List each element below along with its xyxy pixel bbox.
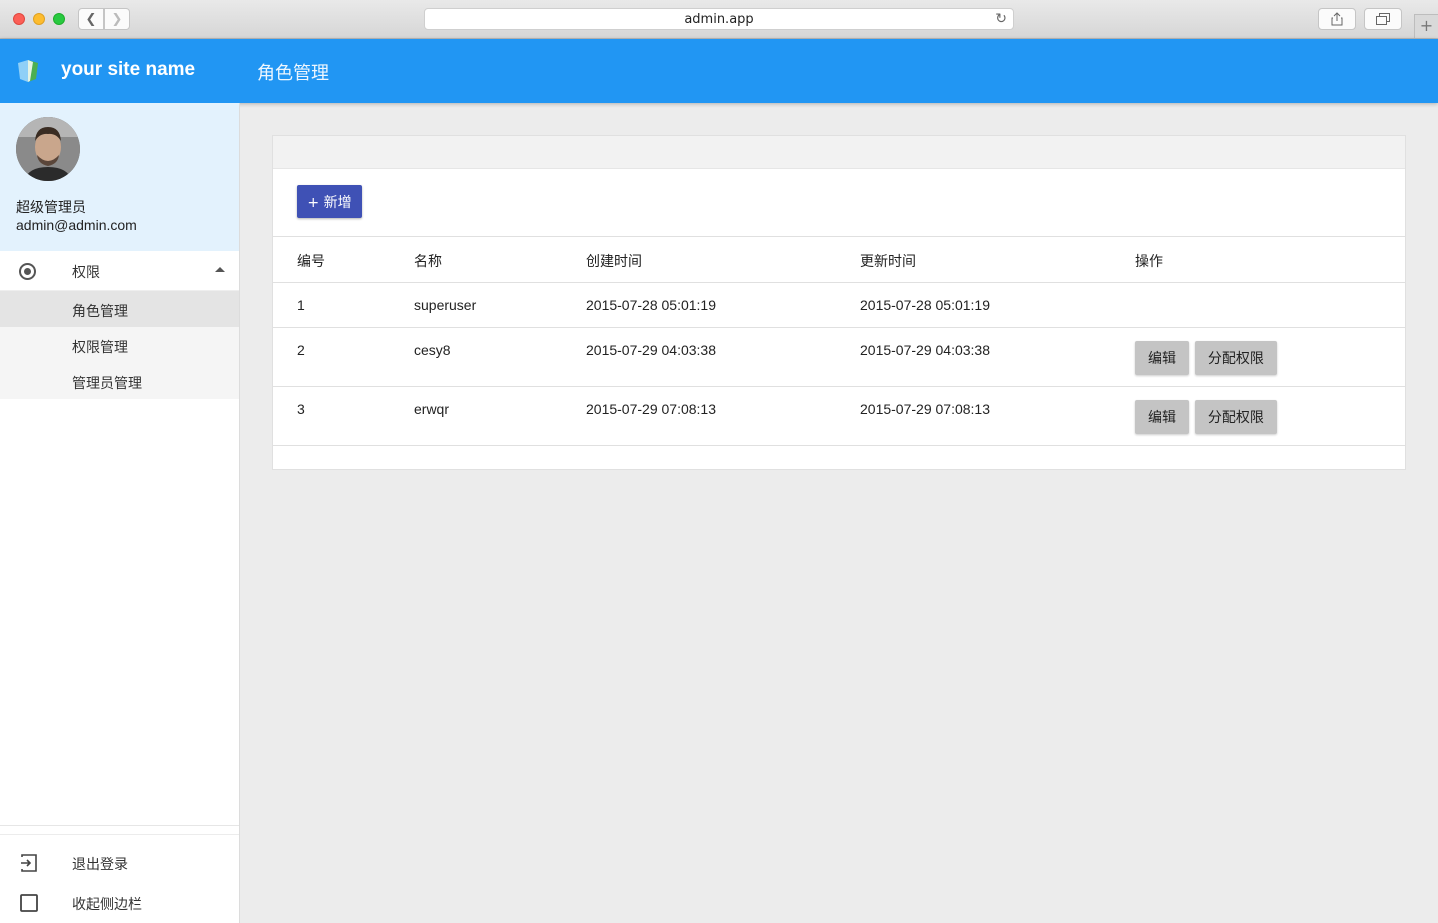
logout-icon (21, 854, 37, 872)
roles-table: 编号 名称 创建时间 更新时间 操作 1 superuser 2015-07-2… (273, 237, 1405, 446)
sidebar-item-role-management[interactable]: 角色管理 (0, 291, 239, 327)
menu-group-label: 权限 (72, 265, 100, 281)
sidebar-item-permission-management[interactable]: 权限管理 (0, 327, 239, 363)
logo-icon (18, 60, 38, 82)
user-name: 超级管理员 (16, 200, 86, 216)
column-header-updated: 更新时间 (860, 237, 1135, 283)
table-row: 1 superuser 2015-07-28 05:01:19 2015-07-… (273, 282, 1405, 328)
sidebar-item-admin-management[interactable]: 管理员管理 (0, 363, 239, 399)
sidebar: 超级管理员 admin@admin.com 权限 角色管理 权限管理 管理员管理… (0, 103, 240, 923)
minimize-window-icon[interactable] (33, 13, 45, 25)
logout-button[interactable]: 退出登录 (0, 843, 239, 883)
sidebar-item-label: 角色管理 (72, 304, 128, 320)
edit-button[interactable]: 编辑 (1135, 340, 1189, 375)
cell-name: superuser (414, 282, 586, 328)
checkbox-icon (20, 894, 38, 912)
chevron-right-icon: ❯ (111, 11, 123, 27)
assign-permissions-button[interactable]: 分配权限 (1194, 399, 1277, 434)
cell-name: cesy8 (414, 327, 586, 387)
reload-icon[interactable]: ↻ (995, 11, 1007, 27)
collapse-sidebar-button[interactable]: 收起侧边栏 (0, 883, 239, 923)
chevron-left-icon: ❮ (85, 11, 97, 27)
menu-group-permissions[interactable]: 权限 (0, 251, 239, 291)
cell-updated: 2015-07-28 05:01:19 (860, 282, 1135, 328)
sidebar-item-label: 权限管理 (72, 340, 128, 356)
cell-id: 2 (273, 327, 414, 387)
tabs-icon (1376, 13, 1390, 25)
cell-actions: 编辑 分配权限 (1135, 386, 1405, 446)
table-header-row: 编号 名称 创建时间 更新时间 操作 (273, 237, 1405, 283)
caret-up-icon (215, 267, 225, 272)
card-toolbar: + 新增 (273, 169, 1405, 237)
column-header-name: 名称 (414, 237, 586, 283)
new-tab-button[interactable]: + (1414, 14, 1438, 38)
share-icon (1331, 12, 1343, 26)
cell-updated: 2015-07-29 07:08:13 (860, 386, 1135, 446)
zoom-window-icon[interactable] (53, 13, 65, 25)
assign-permissions-button[interactable]: 分配权限 (1194, 340, 1277, 375)
cell-actions (1135, 282, 1405, 328)
browser-toolbar: ❮ ❯ admin.app ↻ + (0, 0, 1438, 923)
add-button[interactable]: + 新增 (297, 185, 362, 218)
cell-updated: 2015-07-29 04:03:38 (860, 327, 1135, 387)
column-header-created: 创建时间 (586, 237, 860, 283)
share-button[interactable] (1318, 8, 1356, 30)
back-button[interactable]: ❮ (78, 8, 104, 30)
table-row: 3 erwqr 2015-07-29 07:08:13 2015-07-29 0… (273, 386, 1405, 446)
show-tabs-button[interactable] (1364, 8, 1402, 30)
column-header-id: 编号 (273, 237, 414, 283)
logout-label: 退出登录 (72, 857, 128, 873)
table-row: 2 cesy8 2015-07-29 04:03:38 2015-07-29 0… (273, 327, 1405, 387)
user-profile: 超级管理员 admin@admin.com (0, 103, 239, 251)
site-name[interactable]: your site name (61, 59, 195, 81)
avatar (16, 117, 80, 181)
divider (0, 826, 239, 835)
cell-created: 2015-07-29 07:08:13 (586, 386, 860, 446)
close-window-icon[interactable] (13, 13, 25, 25)
url-text: admin.app (684, 11, 754, 27)
edit-button[interactable]: 编辑 (1135, 399, 1189, 434)
cell-created: 2015-07-29 04:03:38 (586, 327, 860, 387)
page-title: 角色管理 (257, 63, 329, 84)
cell-name: erwqr (414, 386, 586, 446)
sidebar-item-label: 管理员管理 (72, 376, 142, 392)
collapse-sidebar-label: 收起侧边栏 (72, 897, 142, 913)
cell-id: 1 (273, 282, 414, 328)
app-header: your site name 角色管理 (0, 39, 1438, 103)
user-email: admin@admin.com (16, 217, 137, 233)
card-header (273, 136, 1405, 169)
cell-created: 2015-07-28 05:01:19 (586, 282, 860, 328)
address-bar[interactable]: admin.app ↻ (424, 8, 1014, 30)
cell-actions: 编辑 分配权限 (1135, 327, 1405, 387)
radio-icon (19, 263, 36, 280)
column-header-actions: 操作 (1135, 237, 1405, 283)
forward-button[interactable]: ❯ (104, 8, 130, 30)
roles-card: + 新增 编号 名称 创建时间 更新时间 操作 1 superuser 2015… (272, 135, 1406, 470)
submenu: 角色管理 权限管理 管理员管理 (0, 291, 239, 399)
sidebar-footer: 退出登录 收起侧边栏 (0, 825, 239, 923)
cell-id: 3 (273, 386, 414, 446)
